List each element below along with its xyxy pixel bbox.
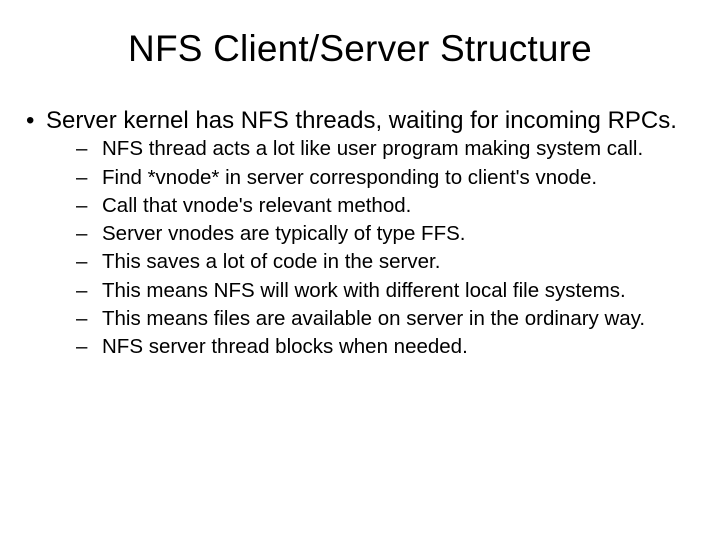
sub-bullet-text: This means files are available on server… [102, 307, 645, 330]
sub-bullet-text: Call that vnode's relevant method. [102, 194, 411, 217]
bullet-main-text: Server kernel has NFS threads, waiting f… [46, 107, 677, 134]
sub-bullet-text: This saves a lot of code in the server. [102, 250, 440, 273]
sub-bullet: This saves a lot of code in the server. [76, 248, 696, 276]
sub-bullet-text: NFS server thread blocks when needed. [102, 335, 468, 358]
sub-bullet: NFS thread acts a lot like user program … [76, 135, 696, 163]
sub-bullet-text: This means NFS will work with different … [102, 279, 626, 302]
bullet-list-level1: Server kernel has NFS threads, waiting f… [24, 106, 696, 362]
sub-bullet: This means NFS will work with different … [76, 277, 696, 305]
sub-bullet: Server vnodes are typically of type FFS. [76, 220, 696, 248]
slide: NFS Client/Server Structure Server kerne… [0, 0, 720, 540]
bullet-main: Server kernel has NFS threads, waiting f… [24, 106, 696, 362]
sub-bullet-text: Server vnodes are typically of type FFS. [102, 222, 465, 245]
sub-bullet: NFS server thread blocks when needed. [76, 333, 696, 361]
slide-title: NFS Client/Server Structure [24, 28, 696, 70]
sub-bullet: Find *vnode* in server corresponding to … [76, 164, 696, 192]
sub-bullet-text: Find *vnode* in server corresponding to … [102, 166, 597, 189]
sub-bullet: This means files are available on server… [76, 305, 696, 333]
bullet-list-level2: NFS thread acts a lot like user program … [46, 135, 696, 361]
sub-bullet: Call that vnode's relevant method. [76, 192, 696, 220]
sub-bullet-text: NFS thread acts a lot like user program … [102, 137, 643, 160]
